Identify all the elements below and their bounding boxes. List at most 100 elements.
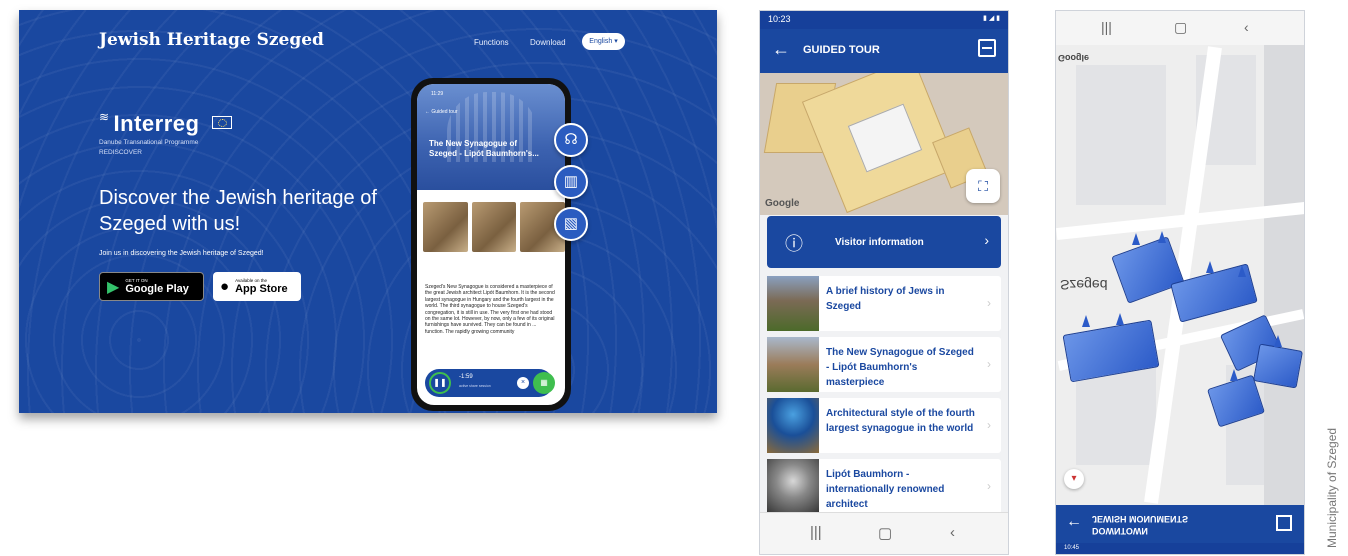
phone-article-body: Szeged's New Synagogue is considered a m… — [425, 284, 555, 335]
menu-icon[interactable] — [978, 39, 996, 57]
map-icon[interactable]: ▦ — [533, 372, 555, 394]
thumbnail-synagogue-exterior — [767, 276, 819, 331]
gallery-icon[interactable]: ▧ — [554, 207, 588, 241]
blueprint-image — [423, 202, 468, 252]
phone-time: 11:29 — [431, 91, 444, 97]
list-item-label: A brief history of Jews in Szeged — [826, 286, 945, 312]
app-store-button[interactable]: ● Available on the App Store — [213, 272, 301, 301]
status-bar: 10:45 — [1056, 543, 1304, 554]
interreg-swirl-icon: ≋ — [99, 110, 110, 124]
android-nav-bar: ||| ▢ ‹ — [760, 512, 1008, 554]
phone-mockup: 11:29 ← Guided tour The New Synagogue of… — [411, 78, 571, 411]
recents-icon[interactable]: ||| — [810, 524, 822, 541]
monuments-map[interactable]: Google Szeged ▾ — [1056, 45, 1304, 505]
list-item[interactable]: Lipót Baumhorn - internationally renowne… — [767, 459, 1001, 514]
list-item[interactable]: Architectural style of the fourth larges… — [767, 398, 1001, 453]
thumbnail-synagogue-interior — [767, 398, 819, 453]
map-block — [1264, 45, 1304, 505]
synagogue-spire — [1158, 231, 1166, 243]
guided-tour-screenshot: 10:23 ▮ ◢ ▮ ← GUIDED TOUR Google ⛶ ⓘ Vis… — [759, 10, 1009, 555]
language-label: English — [589, 38, 613, 45]
back-icon[interactable]: ‹ — [950, 524, 955, 541]
info-document-icon: ⓘ — [785, 234, 803, 254]
synagogue-spire — [1274, 335, 1282, 347]
synagogue-3d-model[interactable] — [1253, 343, 1303, 389]
status-bar: 10:23 ▮ ◢ ▮ — [760, 11, 1008, 29]
interreg-project: REDISCOVER — [99, 149, 142, 156]
jewish-monuments-map-screenshot: ||| ▢ ‹ Google Szeged ▾ ← DOWNTOWN JEWIS… — [1055, 10, 1305, 555]
status-time: 10:23 — [768, 14, 791, 24]
pause-icon[interactable]: ❚❚ — [429, 372, 451, 394]
home-icon[interactable]: ▢ — [1174, 19, 1187, 36]
eu-flag-icon — [211, 116, 232, 129]
status-time: 10:45 — [1064, 545, 1080, 551]
google-play-button[interactable]: ▶ GET IT ON Google Play — [99, 272, 204, 301]
synagogue-spire — [1206, 261, 1214, 273]
map-block — [1076, 65, 1166, 205]
app-bar-title-line2: JEWISH MONUMENTS — [1092, 514, 1189, 524]
blueprint-image — [471, 202, 517, 252]
synagogue-spire — [1238, 265, 1246, 277]
home-icon[interactable]: ▢ — [878, 524, 892, 542]
google-logo: Google — [1058, 53, 1089, 63]
phone-screen: 11:29 ← Guided tour The New Synagogue of… — [417, 84, 565, 405]
phone-back-label: Guided tour — [431, 109, 458, 115]
nav-download-link[interactable]: Download — [530, 38, 566, 47]
website-screenshot: Jewish Heritage Szeged Functions Downloa… — [19, 10, 717, 413]
chevron-right-icon: › — [987, 479, 991, 493]
chevron-right-icon: › — [984, 232, 989, 248]
nav-functions-link[interactable]: Functions — [474, 38, 509, 47]
image-credit: Municipality of Szeged — [1325, 427, 1339, 548]
audio-player: ❚❚ -1:59 active share session × ▦ — [425, 369, 555, 397]
list-item[interactable]: A brief history of Jews in Szeged › — [767, 276, 1001, 331]
phone-image-strip — [423, 202, 565, 252]
language-selector[interactable]: English ▾ — [582, 33, 625, 50]
chevron-right-icon: › — [987, 296, 991, 310]
interreg-subtitle: Danube Transnational Programme — [99, 139, 199, 146]
synagogue-spire — [1230, 369, 1238, 381]
back-arrow-icon[interactable]: ← — [772, 39, 790, 60]
visitor-information-button[interactable]: ⓘ Visitor information › — [767, 216, 1001, 268]
interreg-logo: ≋ Interreg Danube Transnational Programm… — [99, 110, 232, 157]
compass-icon[interactable]: ▾ — [1064, 469, 1084, 489]
book-icon[interactable]: ▥ — [554, 165, 588, 199]
menu-icon[interactable] — [1276, 515, 1292, 531]
synagogue-spire — [1116, 313, 1124, 325]
phone-article-title: The New Synagogue of Szeged - Lipót Baum… — [429, 139, 539, 158]
back-arrow-icon[interactable]: ← — [1066, 513, 1082, 531]
back-icon[interactable]: ‹ — [1244, 19, 1249, 35]
recents-icon[interactable]: ||| — [1101, 19, 1112, 35]
close-icon[interactable]: × — [517, 377, 529, 389]
list-item[interactable]: The New Synagogue of Szeged - Lipót Baum… — [767, 337, 1001, 392]
phone-hero-image: 11:29 ← Guided tour The New Synagogue of… — [417, 84, 565, 190]
apple-icon: ● — [220, 278, 230, 295]
thumbnail-portrait — [767, 459, 819, 514]
android-nav-bar: ||| ▢ ‹ — [1056, 11, 1304, 45]
app-bar-title-line1: DOWNTOWN — [1092, 526, 1148, 536]
headphones-icon[interactable]: ☊ — [554, 123, 588, 157]
google-logo: Google — [765, 198, 800, 209]
google-play-label: Google Play — [125, 283, 189, 295]
chevron-right-icon: › — [987, 357, 991, 371]
status-icons: ▮ ◢ ▮ — [983, 15, 1000, 22]
interreg-word: Interreg — [113, 111, 200, 136]
app-bar: ← DOWNTOWN JEWISH MONUMENTS — [1056, 505, 1304, 543]
google-play-icon: ▶ — [107, 278, 120, 296]
city-label: Szeged — [1060, 277, 1108, 293]
phone-back-link[interactable]: ← Guided tour — [425, 109, 458, 115]
chevron-right-icon: › — [987, 418, 991, 432]
app-bar-title: GUIDED TOUR — [803, 44, 880, 56]
hero-subtext: Join us in discovering the Jewish herita… — [99, 250, 264, 257]
floor-plan-map[interactable]: Google ⛶ — [760, 73, 1008, 215]
hero-headline: Discover the Jewish heritage of Szeged w… — [99, 187, 377, 235]
app-store-label: App Store — [235, 283, 288, 295]
synagogue-spire — [1132, 233, 1140, 245]
site-title[interactable]: Jewish Heritage Szeged — [99, 30, 324, 50]
thumbnail-synagogue-facade — [767, 337, 819, 392]
app-bar: ← GUIDED TOUR — [760, 29, 1008, 73]
player-time: -1:59 — [459, 374, 473, 380]
list-item-label: Architectural style of the fourth larges… — [826, 408, 975, 434]
fullscreen-icon[interactable]: ⛶ — [966, 169, 1000, 203]
list-item-label: Lipót Baumhorn - internationally renowne… — [826, 469, 945, 510]
list-item-label: The New Synagogue of Szeged - Lipót Baum… — [826, 347, 974, 388]
